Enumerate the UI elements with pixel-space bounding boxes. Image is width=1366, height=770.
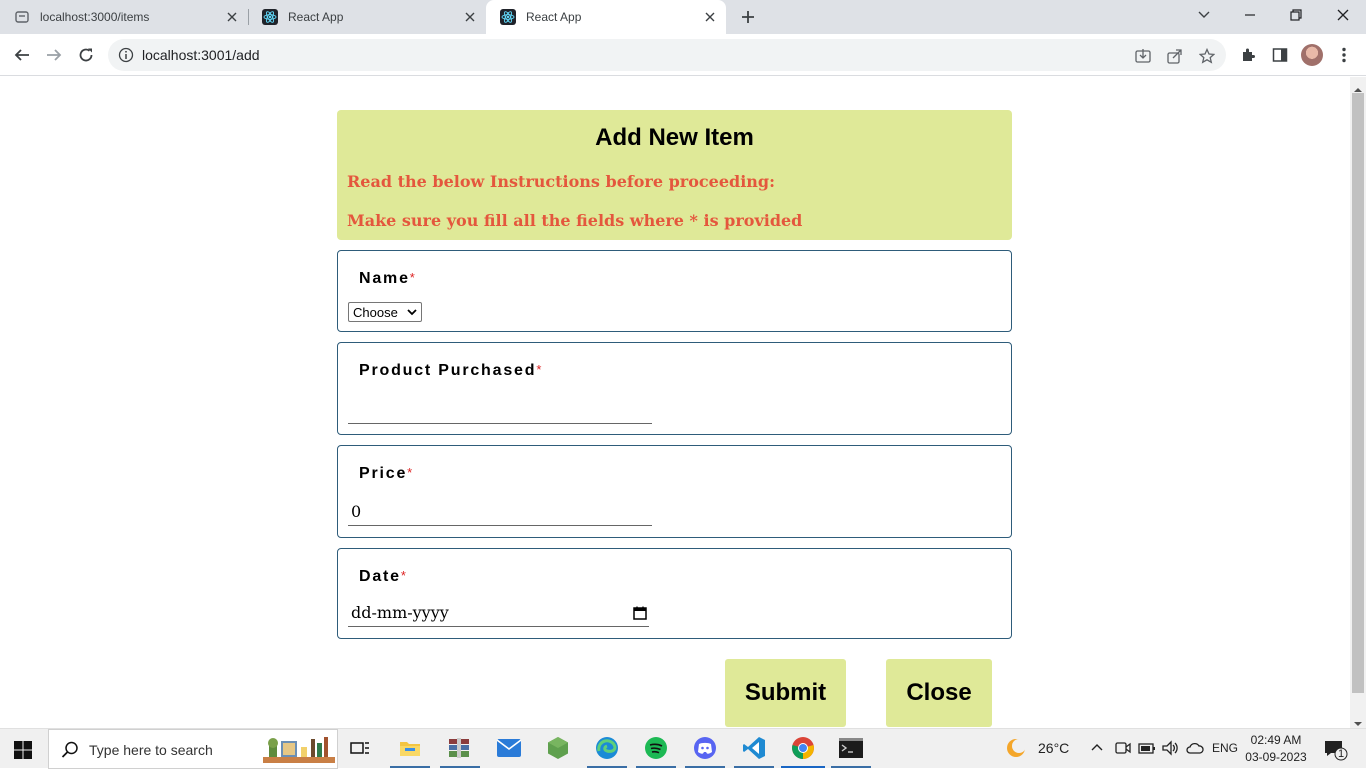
required-mark: *	[400, 568, 406, 583]
product-label: Product Purchased*	[359, 362, 541, 380]
weather-temp[interactable]: 26°C	[1038, 740, 1069, 756]
battery-icon[interactable]	[1138, 740, 1156, 759]
node-icon[interactable]	[545, 735, 571, 761]
restore-icon[interactable]	[1286, 5, 1306, 25]
required-mark: *	[407, 465, 413, 480]
meet-now-icon[interactable]	[1115, 740, 1131, 759]
name-field-group: Name* Choose	[337, 250, 1012, 332]
price-input[interactable]	[348, 498, 652, 526]
submit-button[interactable]: Submit	[725, 659, 846, 727]
url-text: localhost:3001/add	[142, 47, 260, 63]
back-icon[interactable]	[11, 44, 33, 66]
price-label-text: Price	[359, 465, 408, 482]
extensions-icon[interactable]	[1237, 44, 1259, 66]
tab-title: React App	[526, 10, 582, 24]
page-scrollbar[interactable]	[1350, 77, 1366, 728]
address-bar[interactable]: localhost:3001/add	[108, 39, 1226, 71]
tab-react-app-1[interactable]: React App	[248, 0, 486, 34]
scroll-down-icon[interactable]	[1354, 715, 1362, 726]
name-select[interactable]: Choose	[348, 302, 422, 322]
forward-icon[interactable]	[43, 44, 65, 66]
close-icon[interactable]	[462, 9, 478, 25]
product-label-text: Product Purchased	[359, 362, 537, 379]
share-icon[interactable]	[1166, 47, 1184, 65]
windows-taskbar: Type here to search 26°C ENG 02:49 AM 03…	[0, 728, 1366, 769]
name-select-value: Choose	[353, 304, 398, 320]
react-icon	[500, 9, 516, 25]
form-header: Add New Item Read the below Instructions…	[337, 110, 1012, 240]
language-indicator[interactable]: ENG	[1212, 741, 1238, 755]
required-mark: *	[536, 362, 542, 377]
calendar-icon[interactable]	[633, 605, 647, 624]
instruction-line-1: Read the below Instructions before proce…	[347, 172, 775, 191]
page-title: Add New Item	[595, 124, 754, 151]
window-close-icon[interactable]	[1333, 5, 1353, 25]
search-icon	[61, 741, 79, 759]
reload-icon[interactable]	[75, 44, 97, 66]
scroll-up-icon[interactable]	[1354, 81, 1362, 92]
chevron-down-icon	[406, 306, 418, 318]
archive-icon[interactable]	[446, 735, 472, 761]
vscode-icon[interactable]	[741, 735, 767, 761]
clock-time: 02:49 AM	[1250, 733, 1302, 747]
search-placeholder: Type here to search	[89, 742, 213, 758]
product-input[interactable]	[348, 396, 652, 424]
price-field-group: Price*	[337, 445, 1012, 538]
browser-toolbar: localhost:3001/add	[0, 34, 1366, 76]
chevron-down-icon[interactable]	[1194, 5, 1214, 25]
onedrive-icon[interactable]	[1186, 741, 1204, 758]
mail-icon[interactable]	[496, 735, 522, 761]
chrome-icon[interactable]	[790, 735, 816, 761]
volume-icon[interactable]	[1162, 740, 1180, 759]
chevron-up-icon[interactable]	[1090, 740, 1104, 757]
tab-title: React App	[288, 10, 344, 24]
notification-count: 1	[1338, 748, 1345, 760]
tab-title: localhost:3000/items	[40, 10, 150, 24]
taskbar-search[interactable]: Type here to search	[48, 729, 338, 769]
spotify-icon[interactable]	[643, 735, 669, 761]
info-icon[interactable]	[118, 47, 134, 63]
tab-react-app-active[interactable]: React App	[486, 0, 726, 34]
date-label-text: Date	[359, 568, 401, 585]
task-view-icon[interactable]	[347, 735, 373, 761]
page-icon	[14, 9, 30, 25]
date-label: Date*	[359, 568, 406, 586]
menu-kebab-icon[interactable]	[1333, 44, 1355, 66]
close-icon[interactable]	[224, 9, 240, 25]
install-icon[interactable]	[1134, 47, 1152, 65]
minimize-icon[interactable]	[1240, 5, 1260, 25]
scrollbar-thumb[interactable]	[1352, 93, 1364, 693]
instruction-line-2: Make sure you fill all the fields where …	[347, 211, 803, 230]
search-highlight-icon	[263, 735, 335, 765]
new-tab-icon[interactable]	[738, 7, 758, 27]
date-field-group: Date* dd-mm-yyyy	[337, 548, 1012, 639]
tab-items[interactable]: localhost:3000/items	[0, 0, 248, 34]
date-input[interactable]: dd-mm-yyyy	[348, 599, 649, 627]
page-viewport: Add New Item Read the below Instructions…	[0, 77, 1350, 728]
product-field-group: Product Purchased*	[337, 342, 1012, 435]
name-label-text: Name	[359, 270, 410, 287]
close-icon[interactable]	[702, 9, 718, 25]
react-icon	[262, 9, 278, 25]
profile-avatar[interactable]	[1301, 44, 1323, 66]
terminal-icon[interactable]	[838, 735, 864, 761]
clock-date: 03-09-2023	[1245, 750, 1307, 764]
tab-strip: localhost:3000/items React App React App	[0, 0, 1366, 34]
taskbar-clock[interactable]: 02:49 AM 03-09-2023	[1244, 732, 1308, 766]
edge-icon[interactable]	[594, 735, 620, 761]
discord-icon[interactable]	[692, 735, 718, 761]
file-explorer-icon[interactable]	[397, 735, 423, 761]
required-mark: *	[409, 270, 415, 285]
bookmark-star-icon[interactable]	[1198, 47, 1216, 65]
side-panel-icon[interactable]	[1269, 44, 1291, 66]
close-button[interactable]: Close	[886, 659, 992, 727]
date-placeholder: dd-mm-yyyy	[351, 603, 449, 622]
windows-start-icon[interactable]	[14, 741, 32, 759]
notification-icon[interactable]	[1324, 739, 1348, 764]
weather-icon[interactable]	[1004, 736, 1028, 763]
name-label: Name*	[359, 270, 415, 288]
price-label: Price*	[359, 465, 412, 483]
